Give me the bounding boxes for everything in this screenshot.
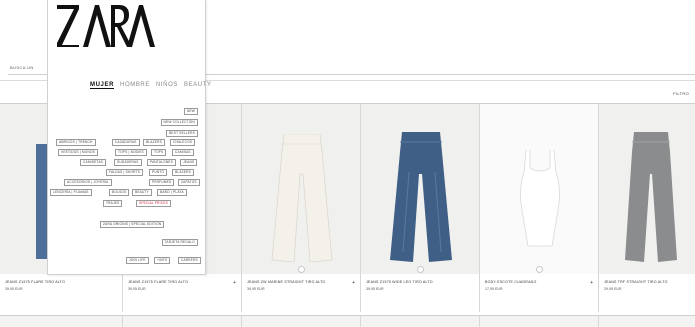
menu-item[interactable]: CAMISETAS (80, 159, 106, 166)
menu-item[interactable]: BLAZERS (172, 169, 194, 176)
product-card[interactable]: BODY ESCOTE CUADRADO 17,95 EUR + (480, 104, 599, 312)
menu-item-origins[interactable]: ZARA ORIGINS | SPECIAL EDITION (100, 221, 165, 228)
product-price: 39,95 EUR (247, 287, 265, 291)
menu-item[interactable]: BOLSOS (109, 189, 130, 196)
product-price: 39,95 EUR (128, 287, 146, 291)
product-price: 39,95 EUR (5, 287, 23, 291)
color-swatch[interactable] (297, 266, 305, 273)
add-to-cart-icon[interactable]: + (590, 280, 593, 286)
product-price: 17,95 EUR (485, 287, 503, 291)
menu-item[interactable]: ABRIGOS | TRENCH (56, 139, 96, 146)
menu-item[interactable]: LENCERÍA | PIJAMAS (50, 189, 92, 196)
menu-item[interactable]: CAZADORAS (112, 139, 140, 146)
product-card[interactable]: JEANS TRF STRAIGHT TIRO ALTO 29,95 EUR (599, 104, 695, 312)
menu-item-info[interactable]: +INFO (154, 257, 171, 264)
product-caption: BODY ESCOTE CUADRADO 17,95 EUR + (485, 280, 593, 291)
menu-item[interactable]: VESTIDOS | MONOS (58, 149, 98, 156)
product-card[interactable]: JEANS Z1975 WIDE LEG TIRO ALTO 39,95 EUR (361, 104, 480, 312)
zara-logo[interactable] (57, 3, 157, 47)
product-name: JEANS Z1975 WIDE LEG TIRO ALTO (366, 280, 433, 284)
product-name: JEANS Z1975 FLARE TIRO ALTO (5, 280, 66, 284)
product-card[interactable]: JEANS ZW MARINE STRAIGHT TIRO ALTO 39,95… (242, 104, 361, 312)
blue-jeans-image (390, 132, 452, 262)
menu-item[interactable]: SUDADERAS (114, 159, 142, 166)
navigation-menu: MUJER HOMBRE NIÑOS BEAUTY NEW NEW COLLEC… (47, 0, 211, 275)
menu-item[interactable]: JEANS (180, 159, 198, 166)
menu-item[interactable]: FALDAS | SHORTS (106, 169, 144, 176)
product-price: 39,95 EUR (366, 287, 384, 291)
tab-beauty[interactable]: BEAUTY (184, 82, 212, 89)
menu-item-new[interactable]: NEW (183, 108, 198, 115)
menu-item-new-collection[interactable]: NEW COLLECTION (160, 119, 198, 126)
menu-item[interactable]: CAMISAS (172, 149, 194, 156)
menu-item[interactable]: PUNTO (149, 169, 168, 176)
menu-item[interactable]: TRAJES (103, 200, 123, 207)
menu-item[interactable]: CHALECOS (170, 139, 196, 146)
tab-mujer[interactable]: MUJER (90, 82, 115, 89)
menu-item[interactable]: BLAZERS (143, 139, 165, 146)
menu-tabs: MUJER HOMBRE NIÑOS BEAUTY (90, 82, 212, 89)
color-swatch[interactable] (416, 266, 424, 273)
menu-item-join-life[interactable]: JOIN LIFE (126, 257, 149, 264)
menu-item[interactable]: ZAPATOS (178, 179, 200, 186)
menu-item-careers[interactable]: CAREERS (178, 257, 201, 264)
tab-hombre[interactable]: HOMBRE (120, 82, 150, 89)
menu-item-best-sellers[interactable]: BEST SELLERS (166, 130, 198, 137)
menu-item[interactable]: TOPS (151, 149, 167, 156)
white-body-image (520, 150, 560, 247)
menu-item[interactable]: TOPS | BODIES (115, 149, 147, 156)
tab-ninos[interactable]: NIÑOS (156, 82, 178, 89)
white-jeans-image (271, 134, 333, 262)
menu-item[interactable]: ACCESORIOS | JOYERÍA (64, 179, 112, 186)
menu-item[interactable]: BEAUTY (132, 189, 152, 196)
filter-button[interactable]: FILTRO (673, 91, 689, 96)
menu-item[interactable]: BAÑO | PLAYA (157, 189, 187, 196)
product-name: BODY ESCOTE CUADRADO (485, 280, 537, 284)
product-price: 29,95 EUR (604, 287, 622, 291)
grey-jeans-image (625, 132, 677, 262)
product-caption: JEANS TRF STRAIGHT TIRO ALTO 29,95 EUR (604, 280, 690, 291)
menu-item-gift-card[interactable]: TARJETA REGALO (161, 239, 198, 246)
menu-item-special-prices[interactable]: SPECIAL PRICES (136, 200, 171, 207)
color-swatch[interactable] (535, 266, 543, 273)
menu-item[interactable]: PERFUMES (149, 179, 175, 186)
product-caption: JEANS Z1975 FLARE TIRO ALTO 39,95 EUR (5, 280, 117, 291)
product-name: JEANS Z1975 FLARE TIRO ALTO (128, 280, 189, 284)
add-to-cart-icon[interactable]: + (233, 280, 236, 286)
menu-item[interactable]: PANTALONES (147, 159, 176, 166)
product-caption: JEANS Z1975 WIDE LEG TIRO ALTO 39,95 EUR (366, 280, 474, 291)
product-name: JEANS ZW MARINE STRAIGHT TIRO ALTO (247, 280, 326, 284)
product-caption: JEANS Z1975 FLARE TIRO ALTO 39,95 EUR + (128, 280, 236, 291)
add-to-cart-icon[interactable]: + (352, 280, 355, 286)
product-name: JEANS TRF STRAIGHT TIRO ALTO (604, 280, 668, 284)
search-input[interactable]: BUSCA UN (8, 65, 34, 70)
next-product-row (0, 315, 695, 327)
product-caption: JEANS ZW MARINE STRAIGHT TIRO ALTO 39,95… (247, 280, 355, 291)
